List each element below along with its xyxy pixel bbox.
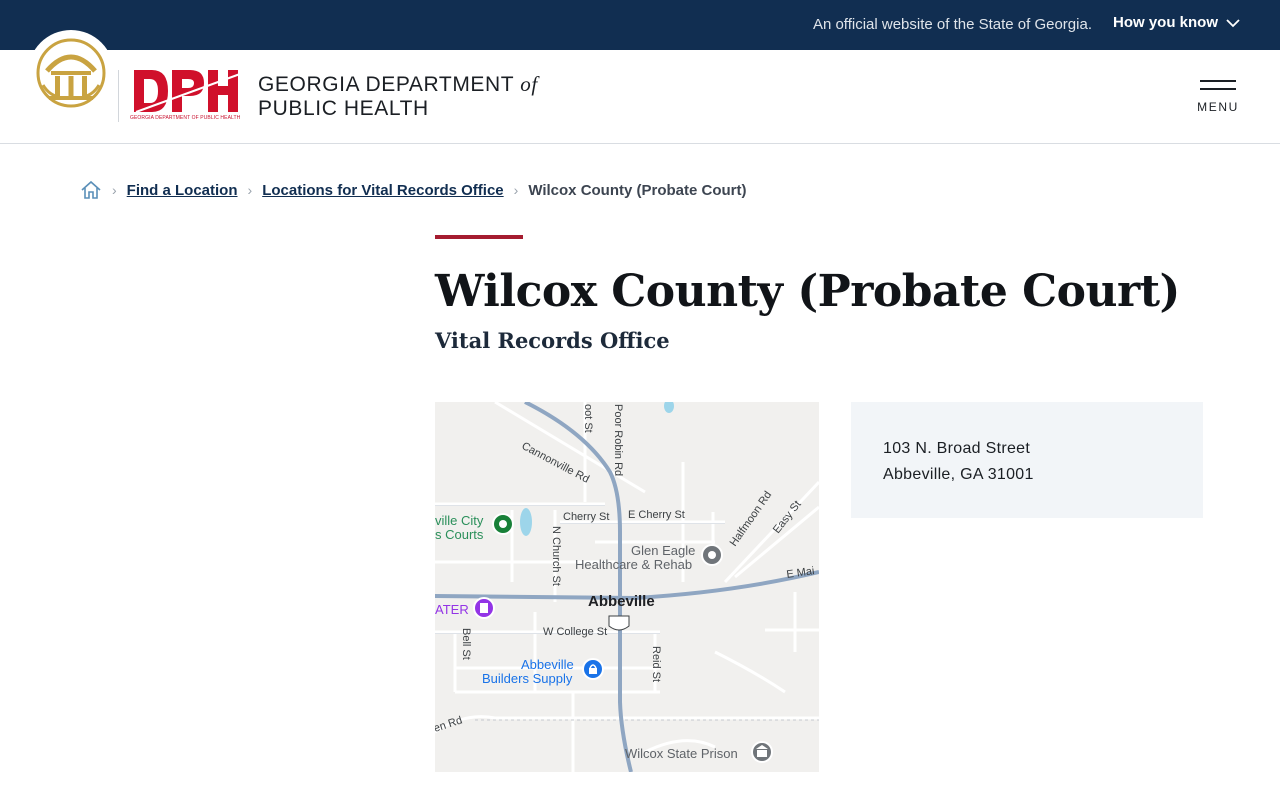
map-pin-builders-supply-icon[interactable]: [582, 658, 604, 680]
menu-button[interactable]: MENU: [1196, 80, 1240, 120]
map-pin-city-courts-icon[interactable]: [492, 513, 514, 535]
title-accent-line: [435, 235, 523, 239]
home-icon: [81, 180, 101, 199]
official-site-text: An official website of the State of Geor…: [812, 16, 1092, 33]
breadcrumb-separator-icon: ›: [247, 182, 253, 198]
hamburger-icon-bar: [1200, 88, 1236, 90]
map-label-reid-st: Reid St: [650, 646, 662, 682]
map-label-cherry-st: Cherry St: [563, 511, 609, 523]
department-name-line2: PUBLIC HEALTH: [258, 97, 429, 120]
dph-letters-icon: [134, 70, 241, 113]
map-label-foot-st: oot St: [582, 404, 594, 433]
georgia-seal-icon: [36, 38, 106, 108]
map-label-bell-st: Bell St: [460, 628, 472, 660]
menu-label: MENU: [1197, 100, 1239, 114]
map-label-poor-robin-rd: Poor Robin Rd: [612, 404, 624, 476]
map-label-halfmoon-rd: Halfmoon Rd: [728, 489, 775, 548]
location-map[interactable]: Cannonville Rd Poor Robin Rd oot St Cher…: [435, 402, 819, 772]
map-label-easy-st: Easy St: [771, 499, 804, 536]
map-label-theater: ATER: [435, 602, 469, 617]
map-pin-theater-icon[interactable]: [473, 597, 495, 619]
map-label-n-church-st: N Church St: [550, 526, 562, 586]
how-you-know-toggle[interactable]: How you know: [1113, 14, 1240, 31]
map-pin-glen-eagle-icon[interactable]: [701, 544, 723, 566]
map-label-cannonville-rd: Cannonville Rd: [520, 440, 592, 486]
hamburger-icon: [1200, 80, 1236, 82]
breadcrumb-find-location[interactable]: Find a Location: [127, 182, 238, 199]
page-title: Wilcox County (Probate Court): [435, 266, 1180, 317]
address-card: 103 N. Broad Street Abbeville, GA 31001: [851, 402, 1203, 518]
dph-logo[interactable]: GEORGIA DEPARTMENT OF PUBLIC HEALTH: [130, 68, 242, 124]
map-label-w-college-st: W College St: [543, 626, 607, 638]
how-you-know-label: How you know: [1113, 14, 1218, 31]
department-name[interactable]: GEORGIA DEPARTMENT of PUBLIC HEALTH: [258, 72, 538, 121]
breadcrumb-separator-icon: ›: [513, 182, 519, 198]
address-line1: 103 N. Broad Street: [883, 440, 1031, 457]
georgia-seal-logo[interactable]: [28, 30, 114, 116]
page-subtitle: Vital Records Office: [435, 328, 670, 353]
map-label-city-courts-2: s Courts: [435, 527, 484, 542]
chevron-down-icon: [1226, 18, 1240, 27]
route-129-shield-icon: [608, 615, 630, 631]
map-label-glen-eagle-1: Glen Eagle: [631, 543, 695, 558]
breadcrumb-vital-records-locations[interactable]: Locations for Vital Records Office: [262, 182, 503, 199]
map-label-glen-eagle-2: Healthcare & Rehab: [575, 557, 692, 572]
map-label-abbeville: Abbeville: [588, 593, 655, 610]
address-line2: Abbeville, GA 31001: [883, 466, 1034, 483]
home-link[interactable]: [80, 179, 102, 201]
map-label-city-courts-1: ville City: [435, 513, 484, 528]
map-label-wilcox-state-prison: Wilcox State Prison: [625, 746, 738, 761]
map-label-e-main: E Mai: [786, 565, 816, 581]
map-label-en-rd: en Rd: [435, 714, 464, 734]
map-label-builders-supply-1: Abbeville: [521, 657, 574, 672]
gov-banner: An official website of the State of Geor…: [0, 0, 1280, 50]
breadcrumb-separator-icon: ›: [112, 182, 117, 198]
logo-divider: [118, 70, 119, 122]
site-header: GEORGIA DEPARTMENT OF PUBLIC HEALTH GEOR…: [0, 30, 1280, 144]
map-label-e-cherry-st: E Cherry St: [628, 509, 685, 521]
breadcrumb-current: Wilcox County (Probate Court): [528, 181, 747, 199]
map-label-builders-supply-2: Builders Supply: [482, 671, 573, 686]
breadcrumb: › Find a Location › Locations for Vital …: [80, 178, 747, 202]
department-name-line1: GEORGIA DEPARTMENT of: [258, 72, 538, 96]
map-pin-prison-icon[interactable]: [751, 741, 773, 763]
dph-logo-caption: GEORGIA DEPARTMENT OF PUBLIC HEALTH: [130, 115, 241, 121]
